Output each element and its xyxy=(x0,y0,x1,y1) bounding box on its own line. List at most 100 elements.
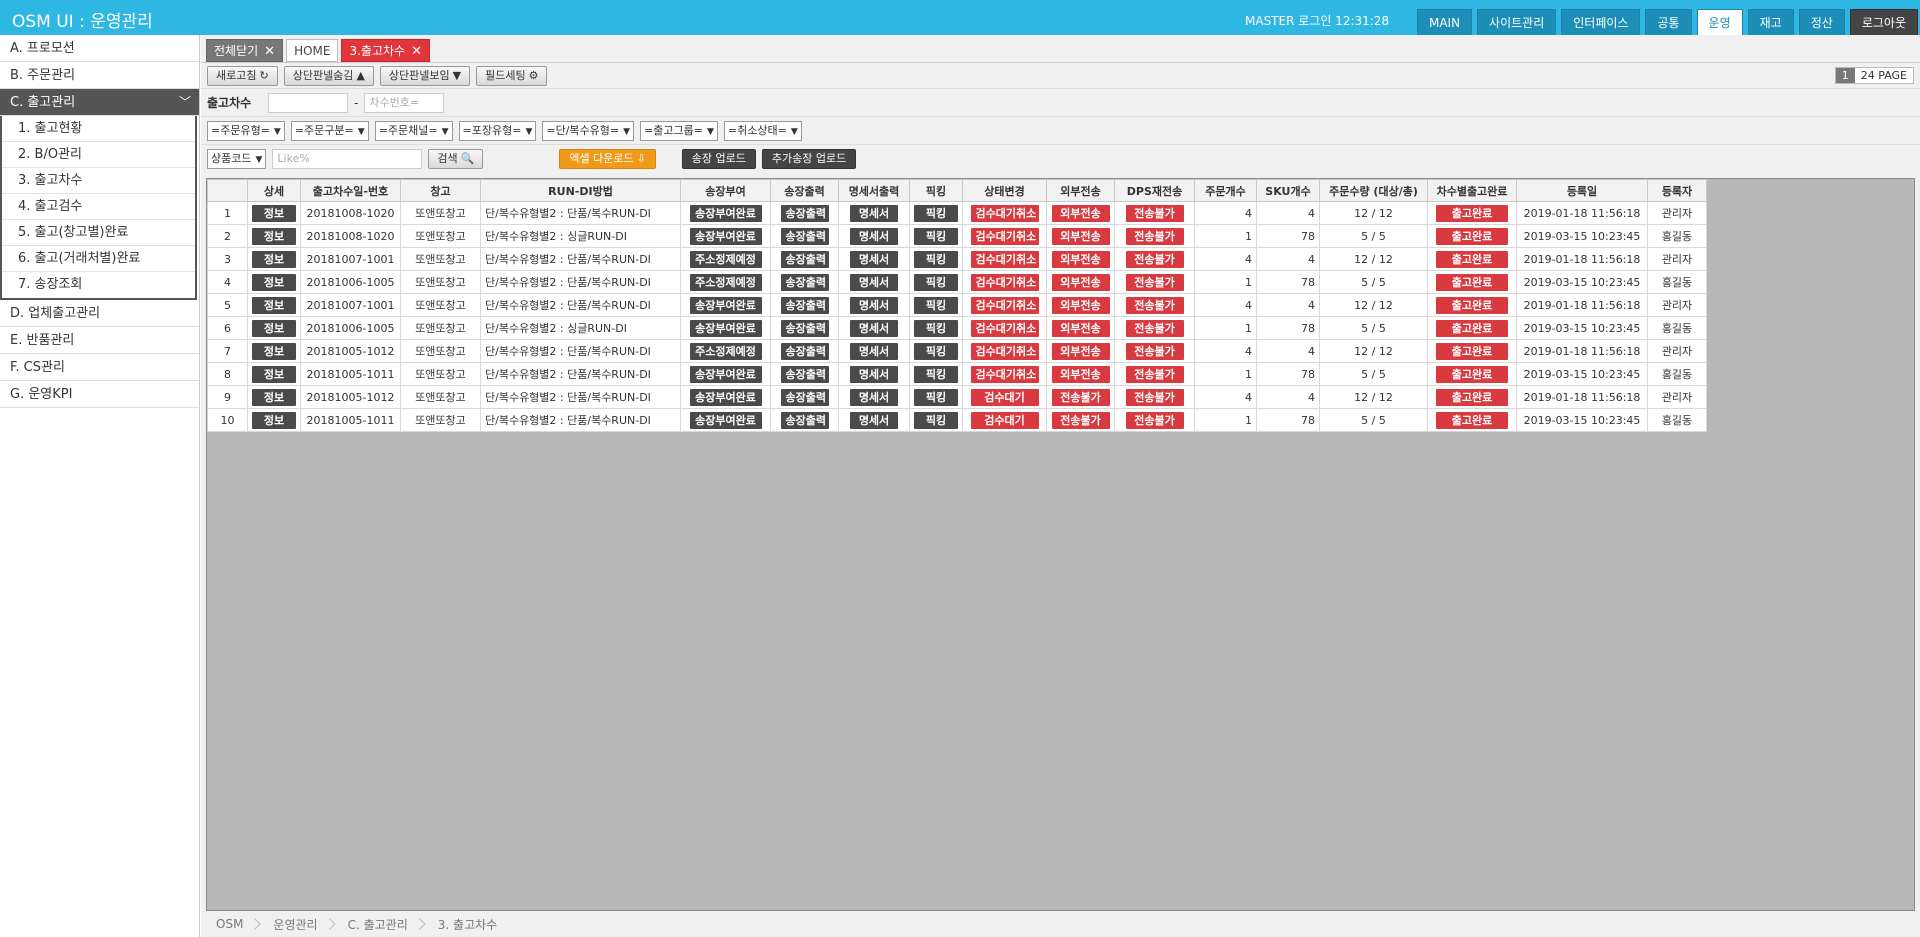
tab-current[interactable]: 3.출고차수 ✕ xyxy=(341,39,431,62)
detail-button[interactable]: 정보 xyxy=(252,296,296,314)
status-change-button[interactable]: 검수대기취소 xyxy=(970,204,1039,222)
tab-home[interactable]: HOME xyxy=(286,39,339,62)
detail-button[interactable]: 정보 xyxy=(252,365,296,383)
nav-interface[interactable]: 인터페이스 xyxy=(1561,9,1641,35)
batch-done-button[interactable]: 출고완료 xyxy=(1436,273,1508,291)
column-header[interactable]: 송장부여 xyxy=(680,179,771,202)
table-row[interactable]: 1 정보 20181008-1020 또앤또창고 단/복수유형별2 : 단품/복수RUN… xyxy=(207,201,1707,225)
column-header[interactable]: 주문수량 (대상/총) xyxy=(1319,179,1428,202)
filter-select[interactable]: =취소상태= ▼ xyxy=(723,120,802,141)
table-row[interactable]: 10 정보 20181005-1011 또앤또창고 단/복수유형별2 : 단품/복수RU… xyxy=(207,408,1707,432)
status-change-button[interactable]: 검수대기취소 xyxy=(970,365,1039,383)
external-send-button[interactable]: 전송불가 xyxy=(1051,411,1110,429)
sidebar-item[interactable]: E. 반품관리 xyxy=(0,327,199,354)
status-change-button[interactable]: 검수대기취소 xyxy=(970,319,1039,337)
batch-to-input[interactable]: 차수번호= xyxy=(364,92,445,113)
column-header[interactable]: 픽킹 xyxy=(909,179,963,202)
column-header[interactable]: 출고차수일-번호 xyxy=(300,179,401,202)
column-header[interactable]: 창고 xyxy=(400,179,481,202)
column-header[interactable]: DPS재전송 xyxy=(1114,179,1195,202)
search-field-select[interactable]: 상품코드 ▼ xyxy=(207,149,267,169)
picking-button[interactable]: 픽킹 xyxy=(914,342,958,360)
close-icon[interactable]: ✕ xyxy=(264,44,275,59)
filter-select[interactable]: =주문유형= ▼ xyxy=(207,120,285,141)
table-row[interactable]: 2 정보 20181008-1020 또앤또창고 단/복수유형별2 : 싱글RUN-DI… xyxy=(207,224,1707,248)
close-icon[interactable]: ✕ xyxy=(411,44,422,59)
status-change-button[interactable]: 검수대기 xyxy=(970,411,1039,429)
picking-button[interactable]: 픽킹 xyxy=(914,227,958,245)
status-change-button[interactable]: 검수대기취소 xyxy=(970,227,1039,245)
table-row[interactable]: 7 정보 20181005-1012 또앤또창고 단/복수유형별2 : 단품/복수RUN… xyxy=(207,339,1707,363)
detail-button[interactable]: 정보 xyxy=(252,319,296,337)
table-row[interactable]: 8 정보 20181005-1011 또앤또창고 단/복수유형별2 : 단품/복수RUN… xyxy=(207,362,1707,386)
detail-button[interactable]: 정보 xyxy=(252,411,296,429)
invoice-print-button[interactable]: 송장출력 xyxy=(780,273,829,291)
table-row[interactable]: 9 정보 20181005-1012 또앤또창고 단/복수유형별2 : 단품/복수RUN… xyxy=(207,385,1707,409)
batch-done-button[interactable]: 출고완료 xyxy=(1436,227,1508,245)
breadcrumb-item[interactable]: C. 출고관리 xyxy=(338,916,428,933)
filter-select[interactable]: =포장유형= ▼ xyxy=(458,120,537,141)
external-send-button[interactable]: 외부전송 xyxy=(1051,296,1110,314)
dps-resend-button[interactable]: 전송불가 xyxy=(1125,273,1184,291)
batch-done-button[interactable]: 출고완료 xyxy=(1436,250,1508,268)
sidebar-item[interactable]: C. 출고관리 ﹀ xyxy=(0,89,199,116)
batch-done-button[interactable]: 출고완료 xyxy=(1436,319,1508,337)
dps-resend-button[interactable]: 전송불가 xyxy=(1125,365,1184,383)
table-row[interactable]: 4 정보 20181006-1005 또앤또창고 단/복수유형별2 : 단품/복수RUN… xyxy=(207,270,1707,294)
breadcrumb-item[interactable]: OSM xyxy=(206,917,263,931)
batch-done-button[interactable]: 출고완료 xyxy=(1436,342,1508,360)
invoice-assign-button[interactable]: 주소정제예정 xyxy=(689,342,762,360)
sidebar-item[interactable]: A. 프로모션 xyxy=(0,35,199,62)
nav-common[interactable]: 공통 xyxy=(1645,9,1692,35)
invoice-print-button[interactable]: 송장출력 xyxy=(780,342,829,360)
nav-site-admin[interactable]: 사이트관리 xyxy=(1477,9,1557,35)
detail-button[interactable]: 정보 xyxy=(252,250,296,268)
picking-button[interactable]: 픽킹 xyxy=(914,365,958,383)
status-change-button[interactable]: 검수대기취소 xyxy=(970,296,1039,314)
column-header[interactable]: 송장출력 xyxy=(770,179,839,202)
statement-print-button[interactable]: 명세서 xyxy=(850,319,898,337)
column-header[interactable]: 상태변경 xyxy=(962,179,1047,202)
picking-button[interactable]: 픽킹 xyxy=(914,319,958,337)
detail-button[interactable]: 정보 xyxy=(252,227,296,245)
dps-resend-button[interactable]: 전송불가 xyxy=(1125,250,1184,268)
picking-button[interactable]: 픽킹 xyxy=(914,411,958,429)
sidebar-subitem[interactable]: 6. 출고(거래처별)완료 xyxy=(2,246,195,272)
extra-invoice-upload-button[interactable]: 추가송장 업로드 xyxy=(761,149,857,169)
picking-button[interactable]: 픽킹 xyxy=(914,388,958,406)
dps-resend-button[interactable]: 전송불가 xyxy=(1125,411,1184,429)
sidebar-subitem[interactable]: 2. B/O관리 xyxy=(2,142,195,168)
filter-select[interactable]: =출고그룹= ▼ xyxy=(640,120,718,141)
external-send-button[interactable]: 외부전송 xyxy=(1051,250,1110,268)
sidebar-subitem[interactable]: 4. 출고검수 xyxy=(2,194,195,220)
sidebar-item[interactable]: D. 업체출고관리 xyxy=(0,300,199,327)
nav-settlement[interactable]: 정산 xyxy=(1798,9,1845,35)
sidebar-subitem[interactable]: 7. 송장조회 xyxy=(2,272,195,298)
external-send-button[interactable]: 외부전송 xyxy=(1051,227,1110,245)
batch-done-button[interactable]: 출고완료 xyxy=(1436,365,1508,383)
search-button[interactable]: 검색 🔍 xyxy=(428,149,484,169)
batch-from-input[interactable] xyxy=(268,92,348,113)
field-setting-button[interactable]: 필드세팅 ⚙ xyxy=(476,66,548,86)
filter-select[interactable]: =단/복수유형= ▼ xyxy=(542,120,635,141)
status-change-button[interactable]: 검수대기 xyxy=(970,388,1039,406)
dps-resend-button[interactable]: 전송불가 xyxy=(1125,319,1184,337)
dps-resend-button[interactable]: 전송불가 xyxy=(1125,342,1184,360)
table-row[interactable]: 5 정보 20181007-1001 또앤또창고 단/복수유형별2 : 단품/복수RUN… xyxy=(207,293,1707,317)
sidebar-item[interactable]: G. 운영KPI xyxy=(0,381,199,408)
column-header[interactable]: 등록자 xyxy=(1647,179,1707,202)
search-input[interactable]: Like% xyxy=(272,149,423,169)
statement-print-button[interactable]: 명세서 xyxy=(850,388,898,406)
invoice-print-button[interactable]: 송장출력 xyxy=(780,227,829,245)
breadcrumb-item[interactable]: 운영관리 xyxy=(263,916,337,933)
table-row[interactable]: 3 정보 20181007-1001 또앤또창고 단/복수유형별2 : 단품/복수RUN… xyxy=(207,247,1707,271)
batch-done-button[interactable]: 출고완료 xyxy=(1436,388,1508,406)
column-header[interactable]: 상세 xyxy=(247,179,301,202)
nav-operation[interactable]: 운영 xyxy=(1696,9,1743,35)
column-header[interactable]: 등록일 xyxy=(1516,179,1648,202)
statement-print-button[interactable]: 명세서 xyxy=(850,411,898,429)
excel-download-button[interactable]: 엑셀 다운로드 ⇩ xyxy=(559,149,656,169)
external-send-button[interactable]: 외부전송 xyxy=(1051,319,1110,337)
status-change-button[interactable]: 검수대기취소 xyxy=(970,342,1039,360)
statement-print-button[interactable]: 명세서 xyxy=(850,204,898,222)
